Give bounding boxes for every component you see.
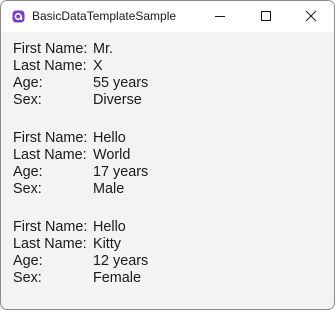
last-name-value: X <box>93 58 103 74</box>
last-name-label: Last Name: <box>13 147 87 163</box>
last-name-label: Last Name: <box>13 236 87 252</box>
age-value: 12 years <box>93 253 149 269</box>
age-label: Age: <box>13 253 43 269</box>
first-name-label: First Name: <box>13 130 88 146</box>
app-window: BasicDataTemplateSample First Name: Mr. <box>0 0 335 310</box>
last-name-value: Kitty <box>93 236 121 252</box>
maximize-icon <box>261 11 271 21</box>
first-name-label: First Name: <box>13 219 88 235</box>
title-bar[interactable]: BasicDataTemplateSample <box>1 1 334 32</box>
first-name-value: Hello <box>93 130 126 146</box>
last-name-label: Last Name: <box>13 58 87 74</box>
close-button[interactable] <box>288 1 334 32</box>
sex-label: Sex: <box>13 92 42 108</box>
sex-value: Male <box>93 181 125 197</box>
sex-value: Diverse <box>93 92 142 108</box>
window-title: BasicDataTemplateSample <box>32 9 177 23</box>
sex-value: Female <box>93 270 141 286</box>
close-icon <box>305 10 317 22</box>
minimize-button[interactable] <box>197 1 243 32</box>
age-label: Age: <box>13 164 43 180</box>
first-name-label: First Name: <box>13 41 88 57</box>
person-list: First Name: Mr. Last Name: X Age: 55 yea… <box>1 32 334 309</box>
first-name-value: Hello <box>93 219 126 235</box>
last-name-value: World <box>93 147 131 163</box>
age-value: 17 years <box>93 164 149 180</box>
sex-label: Sex: <box>13 270 42 286</box>
age-value: 55 years <box>93 75 149 91</box>
age-label: Age: <box>13 75 43 91</box>
first-name-value: Mr. <box>93 41 113 57</box>
app-logo-icon <box>12 10 25 23</box>
sex-label: Sex: <box>13 181 42 197</box>
maximize-button[interactable] <box>243 1 289 32</box>
minimize-icon <box>215 16 225 17</box>
